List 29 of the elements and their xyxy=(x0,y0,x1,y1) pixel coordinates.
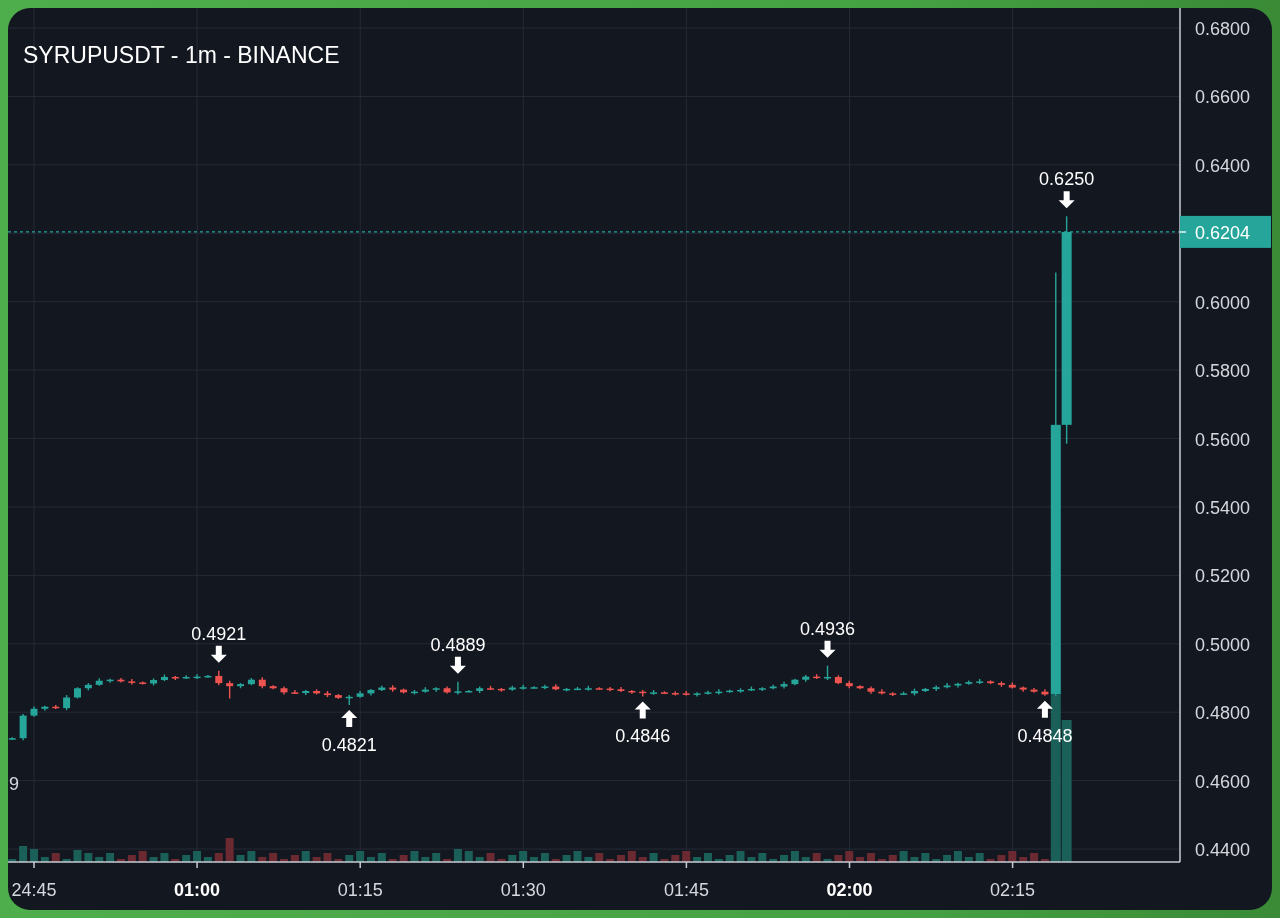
price-axis-label: 0.5600 xyxy=(1195,429,1251,450)
price-label: 0.4921 xyxy=(191,623,247,644)
price-label: 0.4848 xyxy=(1017,725,1073,746)
cut-off-label: 9 xyxy=(9,774,19,794)
price-label: 0.4846 xyxy=(615,726,671,747)
time-axis-label: 01:15 xyxy=(337,880,383,900)
chart-title: SYRUPUSDT - 1m - BINANCE xyxy=(23,42,340,68)
price-axis-label: 0.6000 xyxy=(1195,292,1251,313)
price-axis-label: 0.4600 xyxy=(1195,771,1251,792)
price-label: 0.4936 xyxy=(800,618,856,639)
time-axis-label: 24:45 xyxy=(11,880,57,900)
price-axis-label: 0.6800 xyxy=(1195,19,1251,39)
price-label: 0.4889 xyxy=(430,634,486,655)
price-axis-label: 0.4800 xyxy=(1195,703,1251,724)
price-axis-label: 0.6600 xyxy=(1195,87,1251,108)
price-badge: 0.6204 xyxy=(1179,215,1271,248)
price-axis-label: 0.5200 xyxy=(1195,566,1251,587)
price-label: 0.6250 xyxy=(1039,169,1095,190)
time-axis-label: 01:00 xyxy=(174,880,221,900)
price-axis-label: 0.5000 xyxy=(1195,634,1251,655)
price-axis-label: 0.6400 xyxy=(1195,155,1251,176)
time-axis-label: 01:45 xyxy=(663,880,709,900)
price-label: 0.4821 xyxy=(321,735,377,755)
price-axis-label: 0.5800 xyxy=(1195,361,1251,382)
time-axis-label: 02:00 xyxy=(826,880,873,900)
time-axis-label: 01:30 xyxy=(500,880,546,900)
price-axis-label: 0.5400 xyxy=(1195,497,1251,518)
time-axis-label: 02:15 xyxy=(990,880,1036,900)
price-axis-label: 0.4400 xyxy=(1195,840,1251,861)
